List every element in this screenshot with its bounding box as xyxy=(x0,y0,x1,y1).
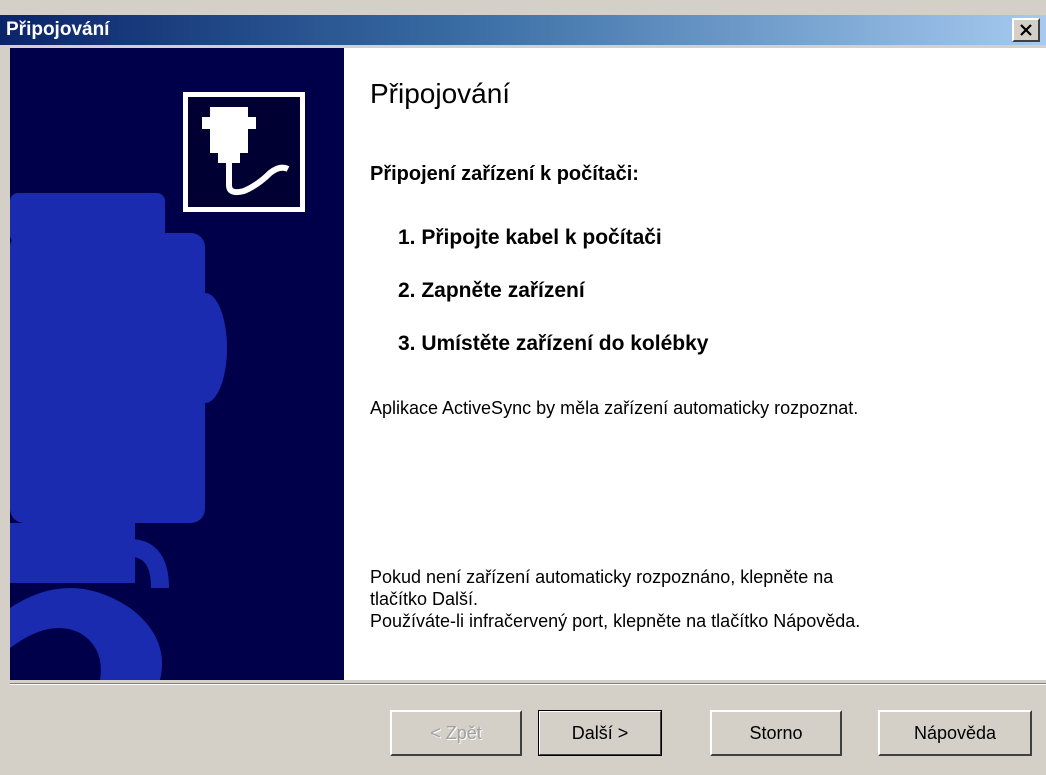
help-note-line: tlačítko Další. xyxy=(370,589,479,609)
step-item: 1. Připojte kabel k počítači xyxy=(398,226,662,249)
page-title: Připojování xyxy=(370,78,511,109)
cable-connector-icon xyxy=(183,92,305,212)
step-item: 2. Zapněte zařízení xyxy=(398,279,585,302)
cancel-button[interactable]: Storno xyxy=(710,710,842,756)
steps-list: 1. Připojte kabel k počítači 2. Zapněte … xyxy=(398,226,708,385)
wizard-side-panel xyxy=(10,48,344,680)
help-button[interactable]: Nápověda xyxy=(878,710,1032,756)
wizard-content: Připojování Připojení zařízení k počítač… xyxy=(10,48,1046,680)
help-note-line: Pokud není zařízení automaticky rozpozná… xyxy=(370,567,834,587)
window-title: Připojování xyxy=(6,19,110,40)
info-text: Aplikace ActiveSync by měla zařízení aut… xyxy=(370,398,859,418)
wizard-main: Připojování Připojení zařízení k počítač… xyxy=(370,48,1030,680)
next-button[interactable]: Další > xyxy=(538,710,662,756)
help-note-line: Používáte-li infračervený port, klepněte… xyxy=(370,611,861,631)
back-button[interactable]: < Zpět xyxy=(390,710,522,756)
close-icon xyxy=(1020,24,1032,36)
title-bar[interactable]: Připojování xyxy=(0,15,1046,45)
help-note: Pokud není zařízení automaticky rozpozná… xyxy=(370,566,1010,632)
step-item: 3. Umístěte zařízení do kolébky xyxy=(398,332,709,355)
footer-divider xyxy=(10,683,1046,685)
instructions-heading: Připojení zařízení k počítači: xyxy=(370,163,639,185)
dialog-window: Připojování Připojování Připojení zaříze… xyxy=(0,0,1046,775)
close-button[interactable] xyxy=(1012,18,1040,42)
